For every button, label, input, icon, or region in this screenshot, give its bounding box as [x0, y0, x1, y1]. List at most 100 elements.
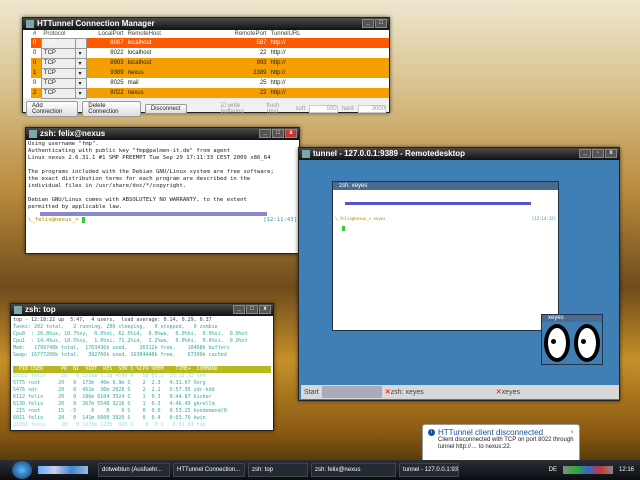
row-selector[interactable]: ▸: [23, 38, 31, 48]
remote-port[interactable]: 3389: [220, 68, 269, 78]
connection-row[interactable]: 0 TCP ▾ 8022 localhost 22 http://: [23, 47, 389, 59]
close-button[interactable]: x: [259, 305, 271, 314]
remote-port[interactable]: 993: [220, 58, 269, 68]
remote-port[interactable]: 587: [220, 38, 269, 48]
write-buffering-checkbox[interactable]: ☑ write buffering: [221, 102, 263, 115]
minimize-button[interactable]: _: [362, 19, 374, 28]
delete-connection-button[interactable]: Delete Connection: [82, 100, 141, 117]
local-port[interactable]: 8022: [86, 88, 126, 98]
chevron-down-icon[interactable]: ▾: [75, 47, 88, 59]
remote-port[interactable]: 22: [220, 88, 269, 98]
language-indicator[interactable]: DE: [549, 467, 557, 473]
terminal-window-felix: zsh: felix@nexus _ □ x Using username "fmp…: [25, 127, 300, 254]
terminal-output[interactable]: \_felix@nexus_> xeyes [12:14:32]: [333, 190, 558, 238]
local-port[interactable]: 8025: [86, 78, 126, 88]
protocol-select[interactable]: TCP: [40, 37, 77, 49]
minimize-button[interactable]: _: [259, 129, 271, 138]
protocol-select[interactable]: TCP: [40, 77, 77, 89]
remote-host[interactable]: localhost: [125, 38, 221, 48]
terminal-output[interactable]: top - 12:18:22 up 5:47, 4 users, load av…: [11, 316, 273, 430]
task-xterm[interactable]: ✕zsh: xeyes: [382, 388, 496, 396]
quicklaunch[interactable]: [38, 466, 88, 474]
col-header[interactable]: TunnelURL: [268, 30, 389, 38]
remote-host[interactable]: nexus: [125, 88, 221, 98]
connection-row[interactable]: 1 TCP ▾ 9389 nexus 3389 http://: [23, 67, 389, 79]
row-selector[interactable]: [23, 48, 31, 58]
task-xeyes[interactable]: ✕xeyes: [496, 388, 520, 396]
row-selector[interactable]: [23, 68, 31, 78]
col-header[interactable]: RemotePort: [220, 30, 269, 38]
restore-button[interactable]: ▫: [592, 149, 604, 158]
chevron-down-icon[interactable]: ▾: [75, 67, 88, 79]
protocol-select[interactable]: TCP: [40, 67, 77, 79]
eye-icon: [544, 324, 570, 362]
flush-label: flush (ms): [266, 102, 280, 115]
tunnel-url[interactable]: http://: [268, 68, 389, 78]
col-header[interactable]: #: [31, 30, 42, 38]
maximize-button[interactable]: □: [246, 305, 258, 314]
taskbar-button[interactable]: dotwebtun (Ausfuehr...: [98, 463, 170, 477]
prompt-text: \_felix@nexus_>: [28, 217, 82, 223]
remote-host[interactable]: mail: [125, 78, 221, 88]
remote-port[interactable]: 25: [220, 78, 269, 88]
desktop-pager[interactable]: [321, 386, 382, 398]
window-title: zsh: felix@nexus: [40, 129, 106, 138]
terminal-output[interactable]: Using username "fmp". Authenticating with…: [26, 140, 299, 253]
row-selector[interactable]: [23, 78, 31, 88]
col-header[interactable]: RemoteHost: [125, 30, 221, 38]
close-button[interactable]: x: [285, 129, 297, 138]
taskbar-button[interactable]: tunnel - 127.0.0.1:938...: [399, 463, 459, 477]
notification-balloon[interactable]: i HTTunnel client disconnected × Client di…: [422, 424, 580, 462]
remote-host[interactable]: localhost: [125, 48, 221, 58]
connection-row[interactable]: 0 TCP ▾ 8993 localhost 993 http://: [23, 57, 389, 69]
minimize-button[interactable]: _: [233, 305, 245, 314]
col-header[interactable]: Protocol: [41, 30, 76, 38]
tunnel-url[interactable]: http://: [268, 38, 389, 48]
maximize-button[interactable]: □: [272, 129, 284, 138]
chevron-down-icon[interactable]: ▾: [75, 37, 88, 49]
protocol-select[interactable]: TCP: [40, 47, 77, 59]
close-button[interactable]: x: [605, 149, 617, 158]
taskbar-button[interactable]: HTTunnel Connection...: [173, 463, 245, 477]
protocol-select[interactable]: TCP: [40, 57, 77, 69]
taskbar-button[interactable]: zsh: top: [248, 463, 308, 477]
disconnect-button[interactable]: Disconnect: [144, 103, 187, 114]
connection-row[interactable]: ▸ 0 TCP ▾ 8087 localhost 587 http://: [23, 37, 389, 49]
taskbar-button[interactable]: zsh: felix@nexus: [311, 463, 396, 477]
local-port[interactable]: 9389: [86, 68, 126, 78]
tray-icons[interactable]: [562, 466, 613, 474]
row-selector[interactable]: [23, 88, 31, 98]
protocol-select[interactable]: TCP: [40, 87, 77, 99]
remote-port[interactable]: 22: [220, 48, 269, 58]
tunnel-url[interactable]: http://: [268, 88, 389, 98]
local-port[interactable]: 8993: [86, 58, 126, 68]
prompt: \_felix@nexus_> xeyes: [335, 216, 386, 221]
clock[interactable]: 12:16: [619, 467, 634, 473]
col-header[interactable]: LocalPort: [86, 30, 126, 38]
title-bar[interactable]: tunnel - 127.0.0.1:9389 - Remotedesktop …: [299, 148, 619, 160]
hard-input[interactable]: 3000: [357, 104, 386, 113]
chevron-down-icon[interactable]: ▾: [75, 77, 88, 89]
close-icon[interactable]: ×: [570, 430, 574, 436]
tunnel-url[interactable]: http://: [268, 48, 389, 58]
maximize-button[interactable]: □: [375, 19, 387, 28]
title-bar[interactable]: zsh: felix@nexus _ □ x: [26, 128, 299, 140]
remote-host[interactable]: nexus: [125, 68, 221, 78]
minimize-button[interactable]: _: [579, 149, 591, 158]
connection-row[interactable]: 0 TCP ▾ 8025 mail 25 http://: [23, 77, 389, 89]
tunnel-url[interactable]: http://: [268, 78, 389, 88]
connection-row[interactable]: 2 TCP ▾ 8022 nexus 22 http://: [23, 87, 389, 99]
remote-host[interactable]: localhost: [125, 58, 221, 68]
local-port[interactable]: 8087: [86, 38, 126, 48]
start-button[interactable]: Start: [301, 389, 322, 396]
title-bar[interactable]: zsh: top _ □ x: [11, 304, 273, 316]
chevron-down-icon[interactable]: ▾: [75, 57, 88, 69]
chevron-down-icon[interactable]: ▾: [75, 87, 88, 99]
add-connection-button[interactable]: Add Connection: [26, 100, 79, 117]
local-port[interactable]: 8022: [86, 48, 126, 58]
title-bar[interactable]: HTTunnel Connection Manager _ □: [23, 18, 389, 30]
start-orb[interactable]: [12, 461, 32, 479]
tunnel-url[interactable]: http://: [268, 58, 389, 68]
soft-input[interactable]: 500: [309, 104, 338, 113]
row-selector[interactable]: [23, 58, 31, 68]
